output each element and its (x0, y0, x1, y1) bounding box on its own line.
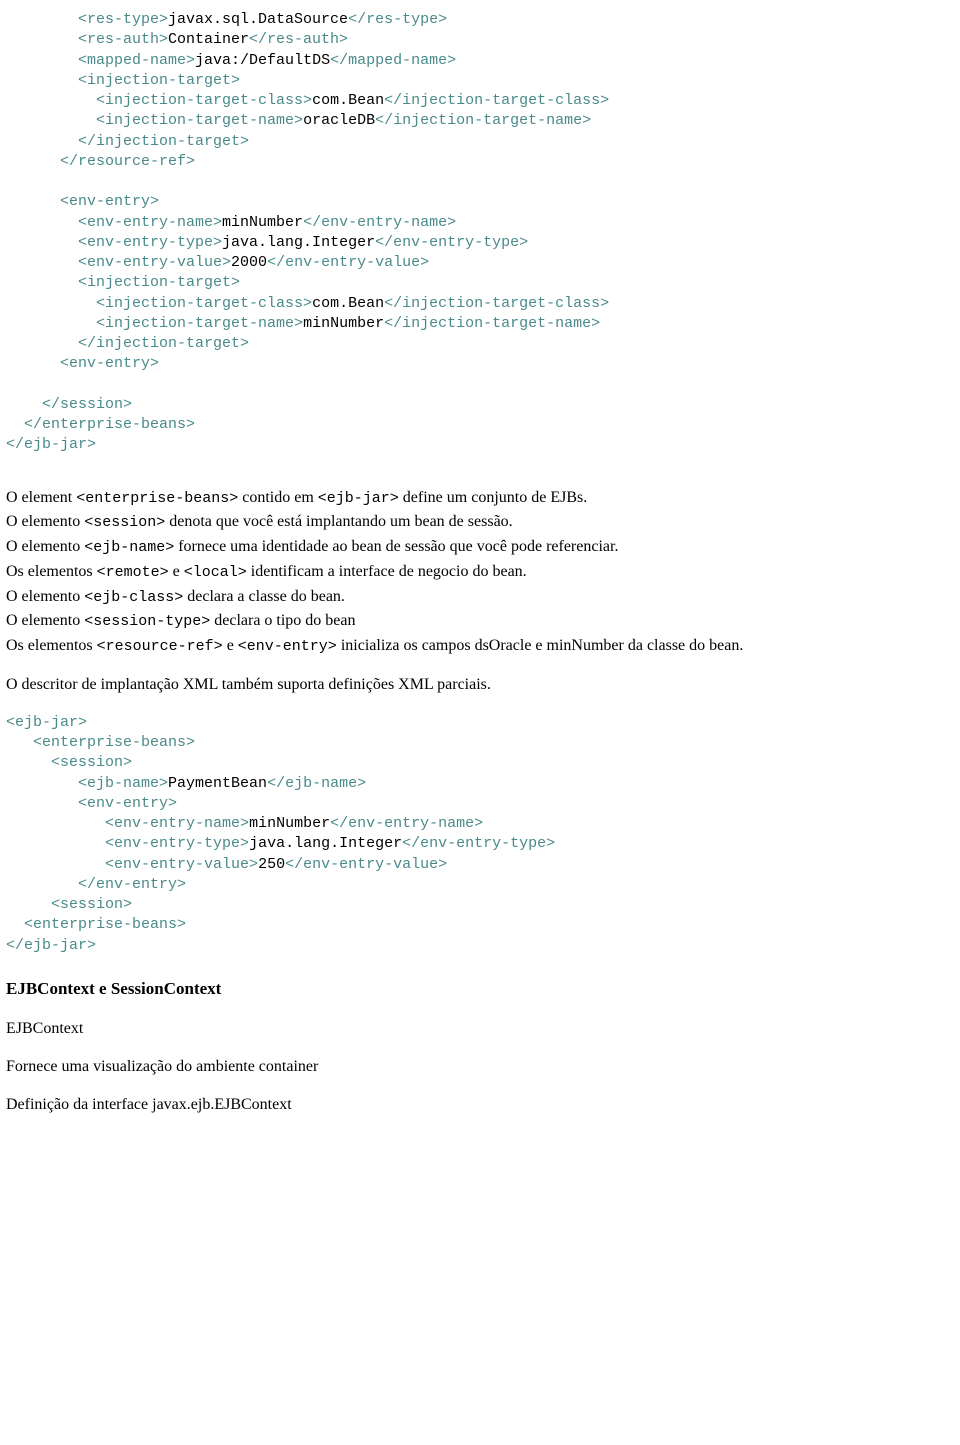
heading-ejbcontext-sessioncontext: EJBContext e SessionContext (6, 978, 960, 999)
explanation-paragraph: O element <enterprise-beans> contido em … (6, 488, 960, 657)
explain-line-5: O elemento <ejb-class> declara a classe … (6, 587, 960, 608)
code-block-2: <ejb-jar> <enterprise-beans> <session> <… (6, 713, 960, 956)
explain-line-3: O elemento <ejb-name> fornece uma identi… (6, 537, 960, 558)
explain-line-2: O elemento <session> denota que você est… (6, 512, 960, 533)
explain-line-4: Os elementos <remote> e <local> identifi… (6, 562, 960, 583)
paragraph-definicao-interface: Definição da interface javax.ejb.EJBCont… (6, 1095, 960, 1115)
explain-line-6: O elemento <session-type> declara o tipo… (6, 611, 960, 632)
explain-line-8: O descritor de implantação XML também su… (6, 675, 960, 695)
paragraph-visualizacao: Fornece uma visualização do ambiente con… (6, 1057, 960, 1077)
explain-line-7: Os elementos <resource-ref> e <env-entry… (6, 636, 960, 657)
subheading-ejbcontext: EJBContext (6, 1019, 960, 1039)
explain-line-1: O element <enterprise-beans> contido em … (6, 488, 960, 509)
code-block-1: <res-type>javax.sql.DataSource</res-type… (6, 10, 960, 456)
